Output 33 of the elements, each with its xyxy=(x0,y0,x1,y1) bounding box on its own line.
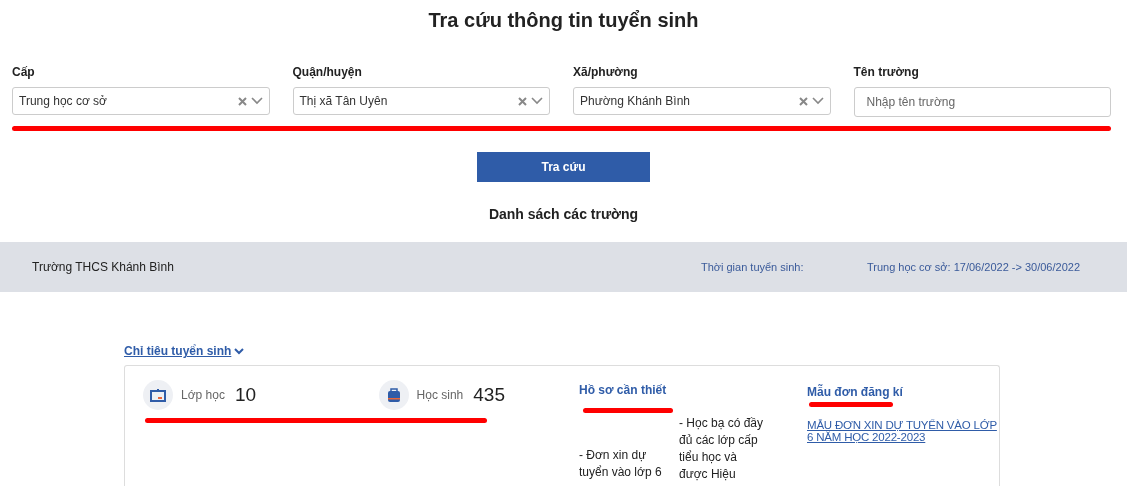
document-item: - Học bạ có đầy đủ các lớp cấp tiểu học và được Hiệu xyxy=(679,415,765,483)
chevron-down-icon[interactable] xyxy=(531,97,543,105)
forms-title: Mẫu đơn đăng kí xyxy=(807,385,903,399)
period-label: Thời gian tuyển sinh: xyxy=(700,261,805,273)
clear-icon[interactable] xyxy=(518,96,527,106)
stat-label: Học sinh xyxy=(416,388,464,402)
input-field[interactable]: Nhập tên trường xyxy=(853,87,1111,117)
field-label: Cấp xyxy=(12,65,36,81)
stat-value: 435 xyxy=(473,384,505,406)
document-item: - Đơn xin dự tuyển vào lớp 6 xyxy=(579,447,663,481)
page-title: Tra cứu thông tin tuyển sinh xyxy=(427,8,700,33)
stat-label: Lớp học xyxy=(181,388,225,402)
select-field[interactable]: Thị xã Tân Uyên xyxy=(292,87,550,115)
clear-icon[interactable] xyxy=(798,96,808,106)
documents-title: Hồ sơ cần thiết xyxy=(579,383,667,397)
select-field[interactable]: Phường Khánh Bình xyxy=(573,87,831,115)
clear-icon[interactable] xyxy=(237,96,247,106)
classroom-board-icon xyxy=(150,388,166,402)
period-value: Trung học cơ sở: 17/06/2022 -> 30/06/2022 xyxy=(866,261,1080,273)
stat-value: 10 xyxy=(234,384,257,406)
school-name: Trường THCS Khánh Bình xyxy=(32,260,175,274)
field-label: Quận/huyện xyxy=(292,65,363,81)
select-field[interactable]: Trung học cơ sở xyxy=(12,87,270,115)
backpack-icon xyxy=(386,387,401,403)
section-title: Danh sách các trường xyxy=(487,206,640,222)
search-button[interactable]: Tra cứu xyxy=(477,152,650,182)
chevron-down-icon[interactable] xyxy=(811,97,824,105)
chevron-down-icon[interactable] xyxy=(250,97,263,105)
quota-link[interactable]: Chỉ tiêu tuyển sinh xyxy=(124,344,245,358)
field-label: Tên trường xyxy=(853,65,920,81)
chevron-down-icon xyxy=(234,347,245,355)
form-download-link[interactable]: MẪU ĐƠN XIN DỰ TUYỂN VÀO LỚP 6 NĂM HỌC 2022-2023 xyxy=(807,419,999,443)
field-label: Xã/phường xyxy=(573,65,639,81)
